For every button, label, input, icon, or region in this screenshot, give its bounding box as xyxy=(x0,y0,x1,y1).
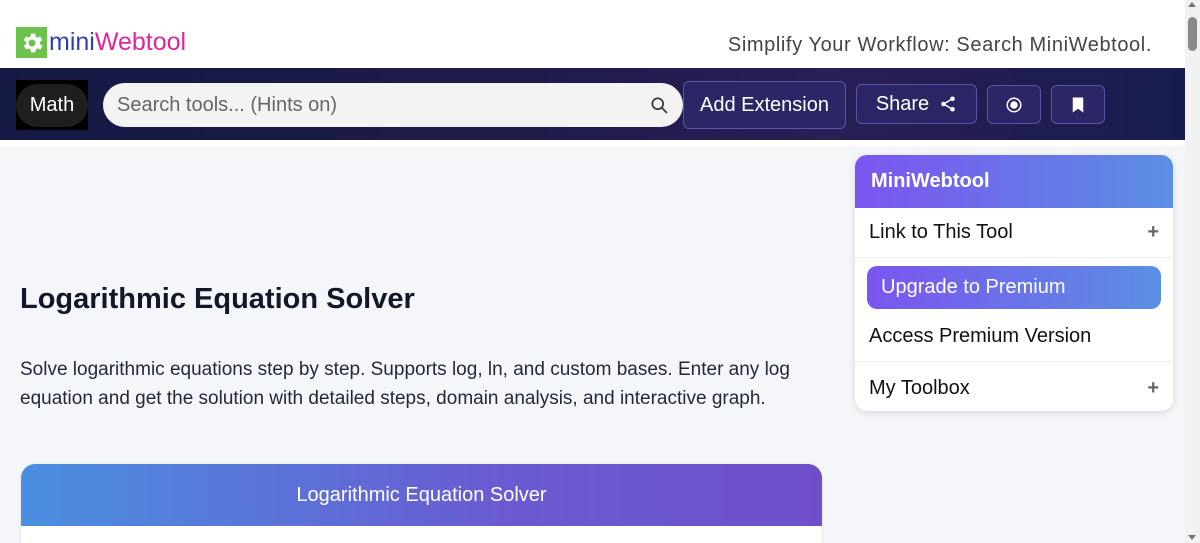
bookmark-icon xyxy=(1072,97,1084,112)
category-math-button[interactable]: Math xyxy=(15,80,89,130)
bookmark-button[interactable] xyxy=(1051,85,1105,124)
top-header: miniWebtool Simplify Your Workflow: Sear… xyxy=(0,0,1185,68)
add-extension-label: Add Extension xyxy=(700,93,829,116)
logo-text-mini: mini xyxy=(49,28,95,56)
sidebar-item-label: My Toolbox xyxy=(869,376,970,399)
search-input[interactable] xyxy=(117,93,649,117)
page-description: Solve logarithmic equations step by step… xyxy=(20,359,790,409)
scroll-up-arrow-icon[interactable] xyxy=(1188,2,1196,7)
share-label: Share xyxy=(875,92,930,115)
record-button[interactable] xyxy=(987,85,1041,124)
sidebar-item-my-toolbox[interactable]: My Toolbox + xyxy=(855,363,1173,411)
plus-icon: + xyxy=(1147,376,1159,399)
plus-icon: + xyxy=(1147,221,1159,243)
record-icon xyxy=(1006,97,1022,112)
vertical-scrollbar[interactable] xyxy=(1185,0,1200,543)
navigation-bar: Math Add Extension Share xyxy=(0,68,1185,140)
share-icon xyxy=(941,96,955,112)
share-button[interactable]: Share xyxy=(856,84,977,124)
sidebar-item-label: Link to This Tool xyxy=(869,221,1013,243)
search-box[interactable] xyxy=(103,83,683,127)
solver-card-title: Logarithmic Equation Solver xyxy=(21,464,822,526)
logo-text: miniWebtool xyxy=(49,27,186,58)
category-math-label: Math xyxy=(15,83,89,127)
header-divider xyxy=(0,140,1185,146)
upgrade-premium-button[interactable]: Upgrade to Premium xyxy=(867,266,1161,309)
sidebar-panel: MiniWebtool Link to This Tool + Upgrade … xyxy=(855,155,1173,411)
sidebar-item-access-premium[interactable]: Access Premium Version xyxy=(855,312,1173,362)
tagline: Simplify Your Workflow: Search MiniWebto… xyxy=(727,34,1152,56)
logo-text-webtool: Webtool xyxy=(94,28,187,56)
scroll-thumb[interactable] xyxy=(1188,17,1197,51)
sidebar-item-link-to-tool[interactable]: Link to This Tool + xyxy=(855,208,1173,258)
page-title: Logarithmic Equation Solver xyxy=(20,283,415,315)
site-logo[interactable]: miniWebtool xyxy=(16,27,186,58)
add-extension-button[interactable]: Add Extension xyxy=(683,81,846,129)
gear-icon xyxy=(16,27,47,58)
sidebar-item-label: Access Premium Version xyxy=(869,325,1092,347)
scroll-down-arrow-icon[interactable] xyxy=(1188,535,1196,540)
sidebar-title: MiniWebtool xyxy=(855,155,1173,208)
solver-card: Logarithmic Equation Solver xyxy=(21,464,822,543)
search-icon[interactable] xyxy=(649,95,669,115)
